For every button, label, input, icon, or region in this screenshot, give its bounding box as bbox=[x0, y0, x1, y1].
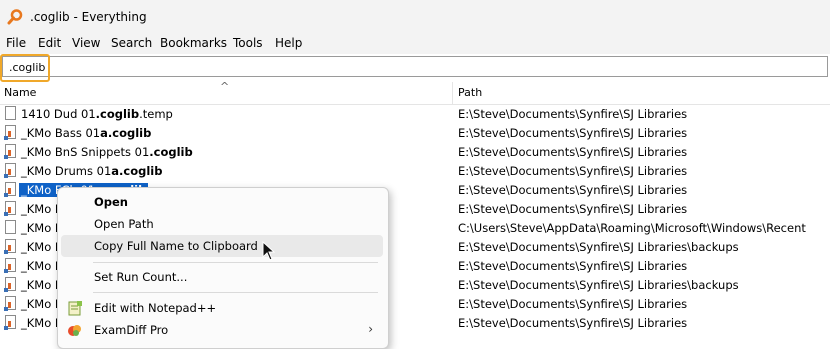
file-name: 1410 Dud 01.coglib.temp bbox=[21, 107, 173, 121]
search-input[interactable]: .coglib bbox=[2, 56, 828, 77]
file-path: C:\Users\Steve\AppData\Roaming\Microsoft… bbox=[458, 221, 806, 235]
file-name: _KMo I bbox=[21, 259, 59, 273]
file-name: _KMo I bbox=[21, 240, 59, 254]
search-highlight-annotation bbox=[0, 54, 50, 82]
menu-help[interactable]: Help bbox=[275, 36, 302, 50]
menu-edit[interactable]: Edit bbox=[38, 36, 61, 50]
window-title: .coglib - Everything bbox=[30, 10, 147, 24]
file-name: _KMo I bbox=[21, 278, 59, 292]
menu-tools[interactable]: Tools bbox=[233, 36, 263, 50]
context-menu-copy-full-name[interactable]: Copy Full Name to Clipboard bbox=[61, 235, 383, 257]
column-name-header[interactable]: Name bbox=[4, 86, 36, 99]
file-path: E:\Steve\Documents\Synfire\SJ Libraries bbox=[458, 259, 688, 273]
notepadplusplus-icon bbox=[68, 301, 82, 316]
table-row[interactable]: _KMo Drums 01a.coglib E:\Steve\Documents… bbox=[0, 161, 830, 180]
file-path: E:\Steve\Documents\Synfire\SJ Libraries bbox=[458, 316, 688, 330]
file-name: _KMo I bbox=[21, 221, 59, 235]
context-menu-open-path[interactable]: Open Path bbox=[61, 213, 383, 235]
coglib-file-icon bbox=[4, 296, 16, 311]
blank-file-icon bbox=[5, 106, 16, 120]
shortcut-file-icon bbox=[5, 220, 16, 234]
coglib-file-icon bbox=[4, 258, 16, 273]
context-menu: Open Open Path Copy Full Name to Clipboa… bbox=[57, 187, 389, 349]
menu-bar: File Edit View Search Bookmarks Tools He… bbox=[0, 34, 830, 54]
column-divider[interactable] bbox=[452, 82, 453, 104]
file-name: _KMo Drums 01a.coglib bbox=[21, 164, 163, 178]
context-menu-copy-full-name-label: Copy Full Name to Clipboard bbox=[94, 239, 258, 253]
file-path: E:\Steve\Documents\Synfire\SJ Libraries bbox=[458, 145, 688, 159]
coglib-file-icon bbox=[4, 182, 16, 197]
search-row: .coglib bbox=[0, 54, 830, 81]
file-name: _KMo Bass 01a.coglib bbox=[21, 126, 152, 140]
file-path: E:\Steve\Documents\Synfire\SJ Libraries bbox=[458, 202, 688, 216]
file-path: E:\Steve\Documents\Synfire\SJ Libraries\… bbox=[458, 240, 739, 254]
submenu-chevron-right-icon: › bbox=[368, 322, 373, 336]
coglib-file-icon bbox=[4, 163, 16, 178]
file-name: _KMo I bbox=[21, 202, 59, 216]
file-path: E:\Steve\Documents\Synfire\SJ Libraries bbox=[458, 164, 688, 178]
context-menu-set-run-count-label: Set Run Count... bbox=[94, 270, 188, 284]
context-menu-separator bbox=[93, 292, 378, 293]
table-row[interactable]: _KMo Bass 01a.coglib E:\Steve\Documents\… bbox=[0, 123, 830, 142]
title-bar: .coglib - Everything bbox=[0, 0, 830, 34]
context-menu-edit-notepad[interactable]: Edit with Notepad++ bbox=[61, 297, 383, 319]
coglib-file-icon bbox=[4, 201, 16, 216]
context-menu-open-path-label: Open Path bbox=[94, 217, 154, 231]
file-path: E:\Steve\Documents\Synfire\SJ Libraries bbox=[458, 297, 688, 311]
menu-search[interactable]: Search bbox=[111, 36, 152, 50]
coglib-file-icon bbox=[4, 239, 16, 254]
file-path: E:\Steve\Documents\Synfire\SJ Libraries bbox=[458, 107, 688, 121]
context-menu-examdiff-label: ExamDiff Pro bbox=[94, 323, 169, 337]
file-name: _KMo I bbox=[21, 316, 59, 330]
coglib-file-icon bbox=[4, 315, 16, 330]
context-menu-open[interactable]: Open bbox=[61, 191, 383, 213]
context-menu-edit-notepad-label: Edit with Notepad++ bbox=[94, 301, 217, 315]
menu-view[interactable]: View bbox=[72, 36, 100, 50]
file-path: E:\Steve\Documents\Synfire\SJ Libraries bbox=[458, 183, 688, 197]
table-row[interactable]: _KMo BnS Snippets 01.coglib E:\Steve\Doc… bbox=[0, 142, 830, 161]
context-menu-set-run-count[interactable]: Set Run Count... bbox=[61, 266, 383, 288]
menu-file[interactable]: File bbox=[6, 36, 26, 50]
file-name: _KMo I bbox=[21, 297, 59, 311]
context-menu-open-label: Open bbox=[94, 195, 128, 209]
context-menu-separator bbox=[93, 262, 378, 263]
column-path-header[interactable]: Path bbox=[458, 86, 482, 99]
menu-bookmarks[interactable]: Bookmarks bbox=[160, 36, 227, 50]
mouse-cursor-icon bbox=[262, 241, 276, 261]
coglib-file-icon bbox=[4, 277, 16, 292]
coglib-file-icon bbox=[4, 125, 16, 140]
file-path: E:\Steve\Documents\Synfire\SJ Libraries bbox=[458, 126, 688, 140]
context-menu-examdiff[interactable]: ExamDiff Pro › bbox=[61, 319, 383, 341]
file-name: _KMo BnS Snippets 01.coglib bbox=[21, 145, 193, 159]
file-path: E:\Steve\Documents\Synfire\SJ Libraries\… bbox=[458, 278, 739, 292]
column-header: ^ Name Path bbox=[0, 80, 830, 105]
sort-ascending-icon: ^ bbox=[220, 80, 230, 93]
table-row[interactable]: 1410 Dud 01.coglib.temp E:\Steve\Documen… bbox=[0, 104, 830, 123]
coglib-file-icon bbox=[4, 144, 16, 159]
magnifier-app-icon bbox=[7, 9, 23, 25]
